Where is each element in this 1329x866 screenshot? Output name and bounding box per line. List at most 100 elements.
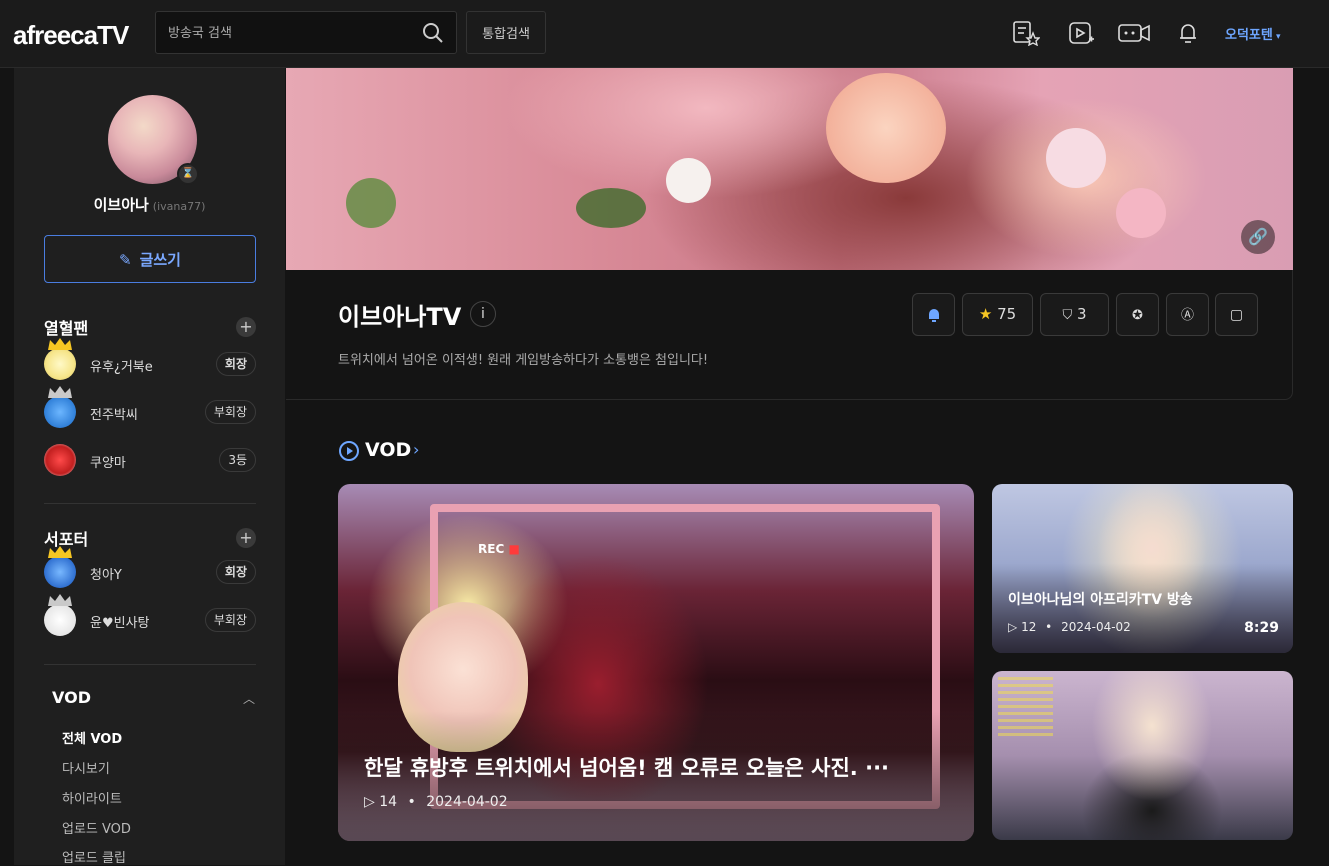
link-icon[interactable]: 🔗 <box>1241 220 1275 254</box>
fan-avatar <box>44 396 76 428</box>
vod-meta: ▷ 14 • 2024-04-02 <box>364 794 508 810</box>
vod-card-featured[interactable]: REC ■ 한달 휴방후 트위치에서 넘어옴! 캠 오류로 오늘은 사진. ··… <box>338 484 974 841</box>
banner-flower <box>666 158 711 203</box>
vod-date: 2024-04-02 <box>1061 620 1131 634</box>
vod-card[interactable]: 이브아나님의 아프리카TV 방송 ▷ 12 • 2024-04-02 8:29 <box>992 484 1293 653</box>
info-icon[interactable]: i <box>470 301 496 327</box>
vod-menu-item-upload-vod[interactable]: 업로드 VOD <box>62 818 131 837</box>
write-post-label: 글쓰기 <box>139 250 181 269</box>
vod-section-header[interactable]: VOD › <box>338 439 419 463</box>
banner-flower <box>1046 128 1106 188</box>
chevron-down-icon: ▾ <box>1272 32 1281 42</box>
banner-leaf <box>346 178 396 228</box>
gold-crown-icon <box>48 546 72 558</box>
silver-crown-icon <box>48 386 72 398</box>
profile-user-id: (ivana77) <box>152 200 206 213</box>
vod-title: 한달 휴방후 트위치에서 넘어옴! 캠 오류로 오늘은 사진. ··· <box>364 756 890 780</box>
search-box <box>155 11 457 54</box>
user-menu[interactable]: 오덕포텐 ▾ <box>1225 24 1281 43</box>
fan-name: 쿠양마 <box>90 456 126 471</box>
supporter-rank-badge: 회장 <box>215 560 256 584</box>
vod-card[interactable] <box>992 671 1293 840</box>
vod-section-title: VOD <box>365 439 412 461</box>
sidebar: ⌛ 이브아나 (ivana77) ✎ 글쓰기 열혈팬 + 유후¿거북e 회장 전주박… <box>14 68 285 866</box>
vod-menu-item-highlight[interactable]: 하이라이트 <box>62 788 122 807</box>
vod-menu-title[interactable]: VOD <box>52 688 91 707</box>
silver-crown-icon <box>48 594 72 606</box>
fan-row[interactable]: 쿠양마 3등 <box>44 436 256 476</box>
star-balloon-icon: ✪ <box>1132 308 1143 323</box>
channel-title: 이브아나TV <box>338 303 462 331</box>
channel-description: 트위치에서 넘어온 이적생! 원래 게임방송하다가 소통뱅은 첨입니다! <box>338 353 709 368</box>
chevron-right-icon: › <box>413 440 420 459</box>
star-balloon-button[interactable]: ✪ <box>1116 293 1159 336</box>
fan-row[interactable]: 유후¿거북e 회장 <box>44 338 256 380</box>
banner-leaf <box>576 188 646 228</box>
supporter-row[interactable]: 청아Y 회장 <box>44 546 256 588</box>
vod-views: 14 <box>379 794 398 810</box>
play-count-icon: ▷ <box>1008 620 1018 634</box>
ad-balloon-button[interactable]: Ⓐ <box>1166 293 1209 336</box>
supporters-plus-icon[interactable]: + <box>236 528 256 548</box>
rec-dot-icon: ■ <box>508 542 520 556</box>
subscription-button[interactable]: ⛉ 3 <box>1040 293 1109 336</box>
supporter-rank-badge: 부회장 <box>204 608 256 632</box>
top-bar: afreecaTV 통합검색 오덕포텐 ▾ <box>0 0 1329 68</box>
notification-button[interactable] <box>912 293 955 336</box>
rec-label: REC <box>478 542 505 556</box>
banner-flower <box>1116 188 1166 238</box>
fan-avatar <box>44 348 76 380</box>
vod-views: 12 <box>1021 620 1037 634</box>
supporter-avatar <box>44 604 76 636</box>
bell-icon[interactable] <box>1174 20 1202 46</box>
pencil-icon: ✎ <box>119 250 132 269</box>
sticker-icon: ▢ <box>1229 307 1244 323</box>
fan-name: 유후¿거북e <box>90 360 153 375</box>
meta-separator: • <box>407 794 416 810</box>
gold-crown-icon <box>48 338 72 350</box>
user-name: 오덕포텐 <box>1225 28 1273 43</box>
vod-menu-item-replay[interactable]: 다시보기 <box>62 758 110 777</box>
profile-nickname: 이브아나 <box>93 196 149 214</box>
vod-duration: 8:29 <box>1244 620 1279 636</box>
vod-title-text: 한달 휴방후 트위치에서 넘어옴! 캠 오류로 오늘은 사진. <box>364 756 858 780</box>
play-count-icon: ▷ <box>364 794 375 810</box>
search-icon[interactable] <box>422 22 444 44</box>
fans-section-title: 열혈팬 <box>44 319 89 338</box>
chat-overlay <box>998 677 1053 737</box>
bell-icon <box>928 309 939 322</box>
write-post-button[interactable]: ✎ 글쓰기 <box>44 235 256 283</box>
ad-balloon-icon: Ⓐ <box>1180 308 1194 323</box>
profile-name: 이브아나 (ivana77) <box>14 194 285 215</box>
search-input[interactable] <box>168 23 408 43</box>
sticker-button[interactable]: ▢ <box>1215 293 1258 336</box>
vod-menu-item-all[interactable]: 전체 VOD <box>62 728 122 747</box>
badge-icon: ⌛ <box>177 163 199 185</box>
chevron-up-icon[interactable]: ︿ <box>243 690 255 707</box>
fan-name: 전주박씨 <box>90 408 138 423</box>
favorite-count: 75 <box>997 305 1017 323</box>
star-list-icon[interactable] <box>1012 20 1040 46</box>
subscription-badge-icon: ⛉ <box>1062 308 1073 323</box>
fans-plus-icon[interactable]: + <box>236 317 256 337</box>
vod-menu-item-upload-clip[interactable]: 업로드 클립 <box>62 847 126 866</box>
divider <box>44 664 256 665</box>
vod-date: 2024-04-02 <box>426 794 508 810</box>
supporter-avatar <box>44 556 76 588</box>
divider <box>44 503 256 504</box>
supporter-name: 윤♥빈사탕 <box>90 616 150 631</box>
afreecatv-logo[interactable]: afreecaTV <box>13 20 129 51</box>
favorite-button[interactable]: ★ 75 <box>962 293 1033 336</box>
camera-icon[interactable] <box>1117 20 1151 46</box>
channel-banner <box>286 68 1293 270</box>
fan-row[interactable]: 전주박씨 부회장 <box>44 386 256 428</box>
unified-search-button[interactable]: 통합검색 <box>466 11 546 54</box>
supporter-row[interactable]: 윤♥빈사탕 부회장 <box>44 594 256 636</box>
play-circle-icon <box>339 441 359 461</box>
supporter-name: 청아Y <box>90 568 122 583</box>
rec-badge: REC ■ <box>478 542 520 556</box>
fan-rank-badge: 회장 <box>215 352 256 376</box>
subscription-count: 3 <box>1077 305 1087 323</box>
banner-rose <box>826 73 946 183</box>
video-play-icon[interactable] <box>1067 20 1095 46</box>
